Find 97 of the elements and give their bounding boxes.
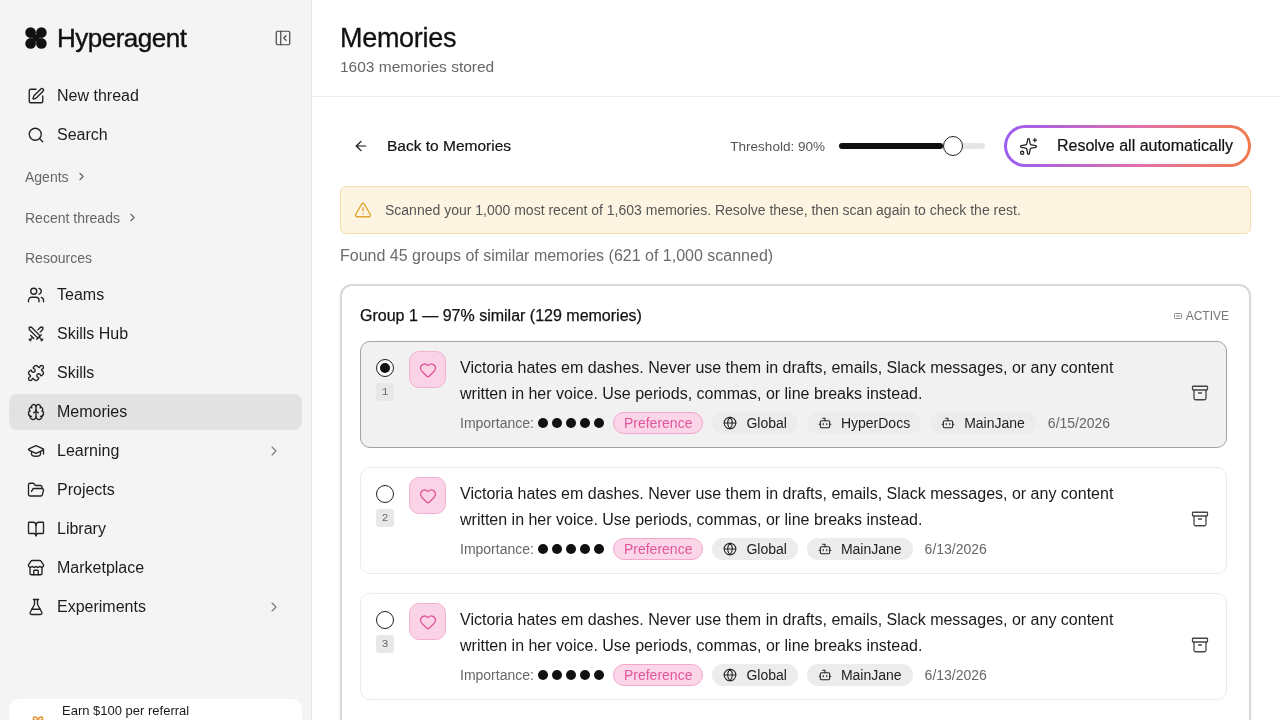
- edit-icon: [27, 87, 45, 105]
- archive-icon[interactable]: [1191, 635, 1209, 654]
- heart-icon: [409, 351, 446, 388]
- referral-text: Earn $100 per referral: [62, 703, 190, 719]
- agent-name: MainJane: [964, 415, 1025, 431]
- importance-label: Importance:: [460, 415, 534, 431]
- sidebar-item[interactable]: Skills: [9, 355, 302, 391]
- importance-dot: [593, 418, 604, 428]
- importance-dot: [593, 544, 604, 554]
- importance-dot: [565, 670, 576, 680]
- radio-button[interactable]: [376, 359, 394, 377]
- memory-text: Victoria hates em dashes. Never use them in drafts, emails, Slack messages, or any content written in her voice. Use periods, commas, or line breaks instead.: [460, 358, 1115, 404]
- brain-icon: [27, 403, 45, 421]
- radio-button[interactable]: [376, 611, 394, 629]
- threshold-label: Threshold: 90%: [730, 138, 825, 154]
- warning-text: Scanned your 1,000 most recent of 1,603 memories. Resolve these, then scan again to check the rest.: [385, 202, 1021, 218]
- section-toggle[interactable]: Recent threads: [9, 197, 302, 238]
- memory-date: 6/13/2026: [924, 541, 987, 557]
- sidebar-item[interactable]: Memories: [9, 394, 302, 430]
- agent-name: HyperDocs: [840, 415, 911, 431]
- importance-dot: [551, 418, 562, 428]
- importance-dot: [551, 544, 562, 554]
- importance-dot: [579, 544, 590, 554]
- status-text: ACTIVE: [1185, 309, 1229, 323]
- importance-dot: [565, 418, 576, 428]
- globe-icon: [723, 542, 738, 556]
- store-icon: [27, 559, 45, 577]
- importance-dot: [565, 544, 576, 554]
- globe-icon: [723, 668, 738, 682]
- memory-text: Victoria hates em dashes. Never use them in drafts, emails, Slack messages, or any content written in her voice. Use periods, commas, or line breaks instead.: [460, 610, 1115, 656]
- collapse-sidebar-icon[interactable]: [274, 29, 292, 47]
- importance-dot: [537, 418, 548, 428]
- section-label: Resources: [24, 248, 93, 268]
- crossed-swords-icon: [27, 325, 45, 343]
- bot-icon: [817, 416, 832, 430]
- graduation-cap-icon: [27, 442, 45, 460]
- importance-label: Importance:: [460, 541, 534, 557]
- memory-date: 6/15/2026: [1047, 415, 1111, 431]
- category-label: Preference: [612, 664, 704, 686]
- users-icon: [27, 286, 45, 304]
- sidebar-item[interactable]: Search: [9, 117, 302, 153]
- results-summary: Found 45 groups of similar memories (621 of 1,000 scanned): [340, 246, 775, 266]
- sidebar-item[interactable]: Projects: [9, 472, 302, 508]
- app-logo-text: Hyperagent: [57, 24, 187, 52]
- bot-icon: [941, 416, 956, 430]
- slider-thumb[interactable]: [942, 136, 963, 156]
- scope-name: Global: [746, 541, 787, 557]
- scope-name: Global: [746, 415, 787, 431]
- bot-icon: [817, 542, 832, 556]
- book-icon: [27, 520, 45, 538]
- category-label: Preference: [612, 412, 704, 434]
- sidebar-item[interactable]: Experiments: [9, 589, 302, 625]
- scope-name: Global: [746, 667, 787, 683]
- sidebar-item[interactable]: Teams: [9, 277, 302, 313]
- importance-dot: [593, 670, 604, 680]
- arrow-left-icon: [353, 138, 369, 154]
- importance-dot: [579, 418, 590, 428]
- back-button[interactable]: Back to Memories: [340, 128, 522, 164]
- folder-icon: [27, 481, 45, 499]
- sidebar-item[interactable]: Learning: [9, 433, 302, 469]
- sidebar-item[interactable]: New thread: [9, 78, 302, 114]
- section-toggle[interactable]: Agents: [9, 156, 302, 197]
- globe-icon: [723, 416, 738, 430]
- category-label: Preference: [612, 538, 704, 560]
- agent-name: MainJane: [840, 667, 902, 683]
- memory-card[interactable]: [360, 341, 1227, 448]
- referral-card[interactable]: Earn $100 per referral: [9, 699, 302, 720]
- importance-dot: [537, 670, 548, 680]
- page-title: Memories: [340, 22, 458, 54]
- memory-number: 2: [376, 509, 394, 527]
- importance-dot: [579, 670, 590, 680]
- archive-icon[interactable]: [1191, 509, 1209, 528]
- heart-icon: [409, 477, 446, 514]
- logo-icon: [25, 27, 47, 49]
- warning-icon: [354, 201, 372, 219]
- sidebar-item[interactable]: Library: [9, 511, 302, 547]
- memory-date: 6/13/2026: [924, 667, 987, 683]
- sparkles-icon: [1018, 136, 1038, 156]
- agent-name: MainJane: [840, 541, 902, 557]
- memory-number: 1: [376, 383, 394, 401]
- heart-icon: [409, 603, 446, 640]
- importance-dot: [537, 544, 548, 554]
- puzzle-icon: [27, 364, 45, 382]
- archive-icon[interactable]: [1191, 383, 1209, 402]
- sidebar-item[interactable]: Skills Hub: [9, 316, 302, 352]
- sidebar-item[interactable]: Marketplace: [9, 550, 302, 586]
- radio-button[interactable]: [376, 485, 394, 503]
- flask-icon: [27, 598, 45, 616]
- memory-number: 3: [376, 635, 394, 653]
- keyboard-icon: [1173, 313, 1182, 319]
- group-title: Group 1 — 97% similar (129 memories): [360, 307, 642, 325]
- importance-dot: [551, 670, 562, 680]
- search-icon: [27, 126, 45, 144]
- page-subtitle: 1603 memories stored: [340, 57, 496, 77]
- importance-label: Importance:: [460, 667, 534, 683]
- bot-icon: [817, 668, 832, 682]
- memory-text: Victoria hates em dashes. Never use them in drafts, emails, Slack messages, or any content written in her voice. Use periods, commas, or line breaks instead.: [460, 484, 1115, 530]
